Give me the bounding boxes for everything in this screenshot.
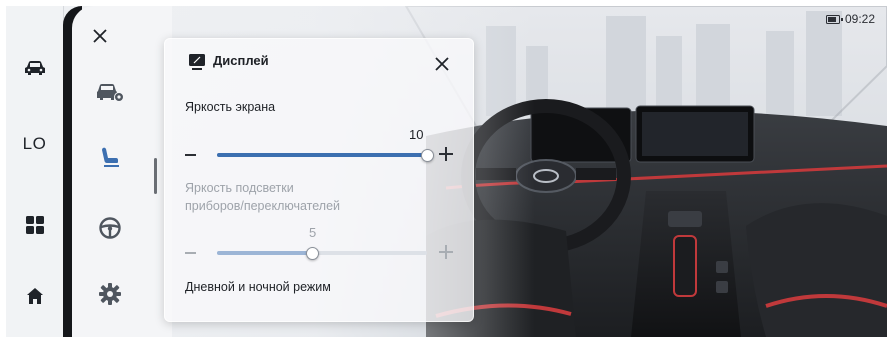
- day-night-mode-label: Дневной и ночной режим: [185, 280, 331, 294]
- display-panel: Дисплей Яркость экрана 10 Яркость подсве…: [164, 38, 474, 322]
- battery-icon: [825, 14, 843, 24]
- close-icon[interactable]: [90, 26, 110, 46]
- sidebar-item-steering[interactable]: [94, 212, 126, 244]
- panel-title: Дисплей: [213, 53, 269, 68]
- screen: 09:22 LO Дисплей Яркость экрана 10 Яркос…: [6, 6, 887, 337]
- backlight-label-line2: приборов/переключателей: [185, 199, 340, 213]
- sidebar-scrollbar[interactable]: [154, 158, 157, 194]
- backlight-track[interactable]: [217, 247, 427, 260]
- car-settings-icon: [97, 84, 124, 102]
- backlight-label-line1: Яркость подсветки: [185, 181, 294, 195]
- screen-brightness-fill: [217, 153, 427, 157]
- seat-icon: [102, 147, 119, 167]
- steering-wheel-icon: [99, 217, 121, 239]
- status-bar: 09:22: [825, 12, 875, 26]
- screen-brightness-knob[interactable]: [421, 149, 434, 162]
- backlight-knob[interactable]: [305, 247, 319, 260]
- rail-lo[interactable]: LO: [6, 124, 63, 164]
- screen-brightness-label: Яркость экрана: [185, 100, 276, 114]
- left-rail: LO: [6, 6, 64, 337]
- sidebar-item-gear[interactable]: [94, 278, 126, 310]
- rail-apps[interactable]: [6, 205, 63, 245]
- car-icon: [24, 61, 45, 75]
- screen-brightness-track[interactable]: [217, 149, 434, 162]
- gear-icon: [99, 283, 121, 305]
- screen-brightness-decrease[interactable]: [185, 154, 196, 156]
- clock: 09:22: [844, 12, 875, 26]
- lo-label: LO: [22, 134, 47, 153]
- screen-brightness-slider[interactable]: [185, 145, 453, 165]
- display-icon: [189, 54, 205, 70]
- home-icon: [26, 288, 43, 304]
- panel-close-icon[interactable]: [433, 55, 451, 73]
- backlight-decrease[interactable]: [185, 252, 196, 254]
- apps-grid-icon: [25, 216, 44, 234]
- sidebar-item-car-settings[interactable]: [94, 76, 126, 108]
- backlight-increase[interactable]: [439, 245, 453, 259]
- settings-sidebar: [72, 6, 172, 337]
- backlight-value: 5: [309, 225, 317, 240]
- rail-home[interactable]: [6, 276, 63, 316]
- backlight-slider[interactable]: [185, 243, 453, 263]
- screen-brightness-increase[interactable]: [439, 147, 453, 161]
- sidebar-item-seat[interactable]: [94, 142, 126, 174]
- backlight-fill: [217, 251, 312, 255]
- rail-car[interactable]: [6, 48, 63, 88]
- screen-brightness-value: 10: [409, 127, 424, 142]
